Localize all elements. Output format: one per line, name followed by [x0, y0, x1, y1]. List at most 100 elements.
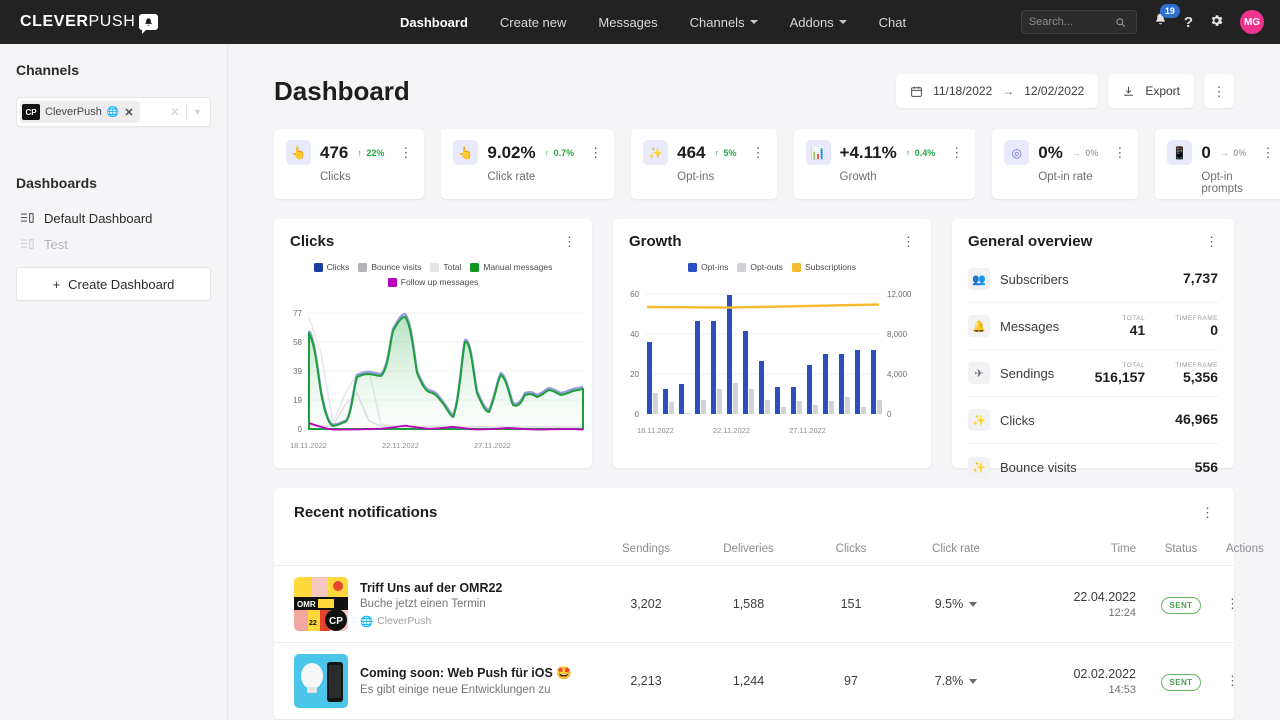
- search-input[interactable]: [1029, 16, 1111, 28]
- svg-text:0: 0: [635, 410, 640, 419]
- growth-chart-legend: Opt-ins Opt-outs Subscriptions: [613, 250, 931, 272]
- kpi-card-opt-in-prompts[interactable]: 📱 0 → 0% ⋮ Opt-in prompts: [1155, 129, 1280, 199]
- help-button[interactable]: ?: [1184, 15, 1193, 30]
- series-manual-messages: [309, 317, 583, 429]
- create-dashboard-button[interactable]: + Create Dashboard: [16, 267, 211, 301]
- legend-item[interactable]: Clicks: [314, 262, 350, 272]
- sidebar-item-label: Default Dashboard: [44, 211, 152, 226]
- table-row[interactable]: Coming soon: Web Push für iOS 🤩 Es gibt …: [274, 643, 1234, 720]
- chevron-down-icon: [750, 20, 758, 24]
- svg-text:77: 77: [293, 309, 302, 318]
- kebab-icon[interactable]: ⋮: [1226, 596, 1239, 611]
- bar-optins: [663, 389, 668, 414]
- chevron-down-icon[interactable]: ▾: [187, 107, 208, 118]
- column-header-actions: Actions: [1226, 543, 1264, 555]
- kebab-icon[interactable]: ⋮: [1205, 235, 1218, 248]
- notification-subtitle: Buche jetzt einen Termin: [360, 598, 596, 610]
- table-row[interactable]: OMR 22 CP Triff Uns auf der OMR22 Buche …: [274, 566, 1234, 643]
- kpi-card-click-rate[interactable]: 👆 9.02% ↑ 0.7% ⋮ Click rate: [441, 129, 614, 199]
- kpi-card-opt-ins[interactable]: ✨ 464 ↑ 5% ⋮ Opt-ins: [631, 129, 776, 199]
- kpi-delta: → 0%: [1220, 148, 1247, 158]
- growth-chart-card: Growth ⋮ Opt-ins Opt-outs Subscriptions: [613, 219, 931, 468]
- svg-text:19: 19: [293, 396, 302, 405]
- kebab-icon[interactable]: ⋮: [1261, 146, 1274, 159]
- clear-selection-icon[interactable]: ✕: [164, 105, 186, 119]
- sidebar-item-default-dashboard[interactable]: Default Dashboard: [16, 205, 211, 231]
- notifications-button[interactable]: 19: [1153, 12, 1168, 32]
- nav-item-messages[interactable]: Messages: [598, 15, 657, 30]
- nav-item-create-new[interactable]: Create new: [500, 15, 566, 30]
- cell-status: SENT: [1136, 595, 1226, 614]
- channel-selector[interactable]: CP CleverPush 🌐 ✕ ✕ ▾: [16, 97, 211, 127]
- legend-item[interactable]: Follow up messages: [388, 277, 478, 287]
- overview-values: 46,965: [1175, 411, 1218, 429]
- nav-item-chat[interactable]: Chat: [879, 15, 906, 30]
- search-box[interactable]: [1021, 10, 1137, 34]
- kebab-icon[interactable]: ⋮: [1113, 146, 1126, 159]
- legend-item[interactable]: Opt-ins: [688, 262, 728, 272]
- overview-values: 556: [1195, 459, 1218, 477]
- cell-click-rate[interactable]: 9.5%: [901, 597, 1011, 611]
- bar-optins: [775, 387, 780, 414]
- overview-value: 7,737: [1183, 270, 1218, 286]
- legend-swatch: [737, 263, 746, 272]
- legend-label: Manual messages: [483, 262, 552, 272]
- column-header-clicks: Clicks: [801, 543, 901, 555]
- kebab-icon[interactable]: ⋮: [1226, 673, 1239, 688]
- notification-time: 14:53: [1011, 684, 1136, 696]
- legend-item[interactable]: Subscriptions: [792, 262, 856, 272]
- date-range-picker[interactable]: 11/18/2022 → 12/02/2022: [896, 74, 1098, 108]
- kpi-top: ◎ 0% → 0% ⋮: [1004, 140, 1126, 165]
- overview-title: General overview: [968, 233, 1092, 250]
- bell-chat-icon: [139, 14, 158, 30]
- nav-item-addons[interactable]: Addons: [790, 15, 847, 30]
- brand-name: CLEVERPUSH: [20, 13, 135, 31]
- remove-channel-icon[interactable]: ✕: [124, 106, 133, 119]
- globe-icon: 🌐: [360, 615, 373, 628]
- legend-item[interactable]: Manual messages: [470, 262, 552, 272]
- charts-row: Clicks ⋮ Clicks Bounce visits Total Manu…: [228, 199, 1280, 468]
- kpi-card-clicks[interactable]: 👆 476 ↑ 22% ⋮ Clicks: [274, 129, 424, 199]
- kebab-icon[interactable]: ⋮: [752, 146, 765, 159]
- kebab-icon[interactable]: ⋮: [563, 235, 576, 248]
- kebab-icon[interactable]: ⋮: [902, 235, 915, 248]
- bar-optouts: [765, 400, 770, 414]
- x-tick-2: 27.11.2022: [474, 441, 511, 450]
- legend-item[interactable]: Total: [430, 262, 461, 272]
- overview-row-label: Subscribers: [1000, 272, 1069, 287]
- kpi-card-growth[interactable]: 📊 +4.11% ↑ 0.4% ⋮ Growth: [794, 129, 976, 199]
- user-avatar[interactable]: MG: [1240, 10, 1264, 34]
- sidebar-item-test[interactable]: Test: [16, 231, 211, 257]
- nav-item-channels[interactable]: Channels: [690, 15, 758, 30]
- overview-header: General overview ⋮: [952, 219, 1234, 250]
- legend-item[interactable]: Bounce visits: [358, 262, 421, 272]
- channel-chip[interactable]: CP CleverPush 🌐 ✕: [20, 101, 140, 123]
- series-subscriptions: [647, 305, 879, 308]
- bar-optouts: [685, 413, 690, 414]
- legend-item[interactable]: Opt-outs: [737, 262, 783, 272]
- kpi-card-opt-in-rate[interactable]: ◎ 0% → 0% ⋮ Opt-in rate: [992, 129, 1138, 199]
- nav-label: Create new: [500, 15, 566, 30]
- optin-icon: ✨: [643, 140, 668, 165]
- kebab-icon[interactable]: ⋮: [950, 146, 963, 159]
- brand-logo[interactable]: CLEVERPUSH: [0, 13, 400, 31]
- export-button[interactable]: Export: [1108, 74, 1194, 108]
- kpi-value: 464: [677, 143, 705, 163]
- page-more-options-button[interactable]: ⋮: [1204, 74, 1234, 108]
- search-icon: [1115, 17, 1126, 28]
- sidebar-item-label: Test: [44, 237, 68, 252]
- growth-bar-svg: 60 40 20 0 12,000 8,000 4,000 0: [617, 278, 927, 438]
- nav-item-dashboard[interactable]: Dashboard: [400, 15, 468, 30]
- kpi-delta-value: 0.7%: [554, 148, 575, 158]
- cell-click-rate[interactable]: 7.8%: [901, 674, 1011, 688]
- growth-icon: 📊: [806, 140, 831, 165]
- kebab-icon[interactable]: ⋮: [1201, 506, 1214, 519]
- kebab-icon[interactable]: ⋮: [399, 146, 412, 159]
- kebab-icon[interactable]: ⋮: [589, 146, 602, 159]
- svg-text:8,000: 8,000: [887, 330, 908, 339]
- settings-button[interactable]: [1209, 13, 1224, 31]
- legend-label: Subscriptions: [805, 262, 856, 272]
- legend-label: Opt-outs: [750, 262, 783, 272]
- overview-row-label: Messages: [1000, 319, 1059, 334]
- notification-thumbnail: [294, 654, 348, 708]
